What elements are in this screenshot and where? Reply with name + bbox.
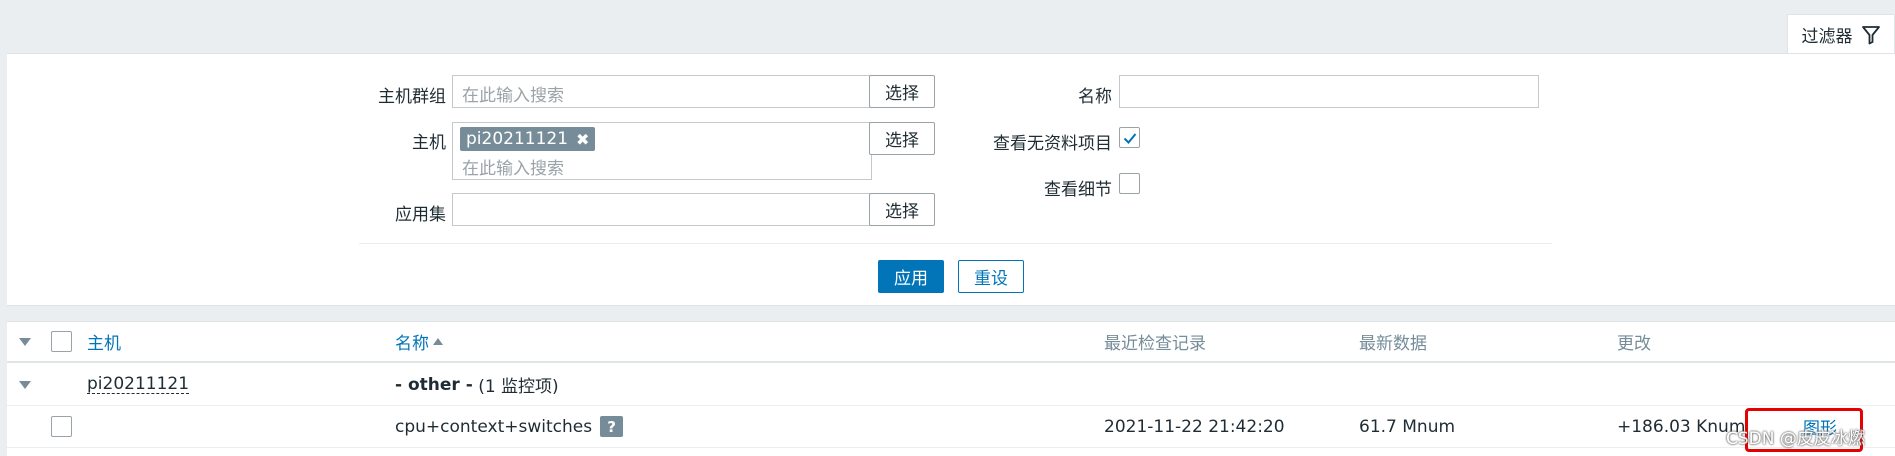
group-row: pi20211121 - other - (1 监控项) (7, 364, 1895, 406)
host-label: 主机 (412, 133, 446, 153)
host-group-input[interactable]: 在此输入搜索 (452, 75, 872, 108)
checkmark-icon (1123, 132, 1136, 144)
host-select-button[interactable]: 选择 (869, 122, 935, 155)
name-input[interactable] (1119, 75, 1539, 108)
show-details-checkbox[interactable] (1119, 173, 1140, 194)
watermark: CSDN @皮皮冰燃 (1726, 429, 1865, 449)
sort-ascending-icon (433, 338, 443, 345)
column-host[interactable]: 主机 (87, 322, 121, 361)
apply-button[interactable]: 应用 (878, 260, 944, 293)
group-name: - other - (1 监控项) (395, 364, 559, 405)
item-last-check: 2021-11-22 21:42:20 (1104, 416, 1285, 437)
application-input[interactable] (452, 193, 872, 226)
name-label: 名称 (1078, 87, 1112, 107)
table-header: 主机 名称 最近检查记录 最新数据 更改 (7, 322, 1895, 363)
host-tag-label: pi20211121 (466, 129, 569, 149)
collapse-all-toggle[interactable] (19, 322, 31, 361)
help-icon[interactable]: ? (600, 416, 624, 437)
host-multiselect[interactable]: pi20211121 ✖ 在此输入搜索 (452, 122, 872, 180)
host-tag: pi20211121 ✖ (460, 127, 596, 151)
group-name-label: - other - (395, 374, 473, 395)
item-last-value: 61.7 Mnum (1359, 416, 1456, 437)
caret-down-icon (19, 380, 31, 389)
show-without-data-label: 查看无资料项目 (993, 134, 1112, 154)
host-group-label: 主机群组 (378, 87, 446, 107)
host-link[interactable]: pi20211121 (87, 375, 190, 394)
reset-button[interactable]: 重设 (958, 260, 1024, 293)
filter-tab-label: 过滤器 (1801, 27, 1853, 47)
column-change: 更改 (1617, 334, 1651, 354)
row-checkbox[interactable] (51, 416, 72, 437)
filter-tab[interactable]: 过滤器 (1787, 14, 1895, 54)
filter-divider (359, 243, 1552, 244)
column-last-value: 最新数据 (1359, 334, 1427, 354)
select-all-checkbox[interactable] (51, 331, 72, 352)
caret-down-icon (19, 337, 31, 346)
remove-tag-icon[interactable]: ✖ (576, 130, 589, 149)
group-count: (1 监控项) (478, 377, 559, 397)
host-group-select-button[interactable]: 选择 (869, 75, 935, 108)
application-label: 应用集 (395, 205, 446, 225)
column-name-label: 名称 (395, 334, 429, 354)
show-without-data-checkbox[interactable] (1119, 127, 1140, 148)
column-last-check: 最近检查记录 (1104, 334, 1206, 354)
item-name: cpu+context+switches (395, 416, 593, 437)
filter-panel: 主机群组 在此输入搜索 选择 主机 pi20211121 ✖ 在此输入搜索 选择… (7, 53, 1895, 306)
application-select-button[interactable]: 选择 (869, 193, 935, 226)
item-name-cell: cpu+context+switches ? (395, 406, 624, 447)
show-details-label: 查看细节 (1044, 180, 1112, 200)
group-collapse-toggle[interactable] (19, 364, 31, 405)
funnel-icon (1861, 25, 1880, 44)
host-search-input[interactable]: 在此输入搜索 (460, 154, 864, 179)
table-row: cpu+context+switches ? 2021-11-22 21:42:… (7, 406, 1895, 448)
column-name[interactable]: 名称 (395, 322, 443, 361)
items-table: 主机 名称 最近检查记录 最新数据 更改 pi20211121 - other … (7, 321, 1895, 456)
